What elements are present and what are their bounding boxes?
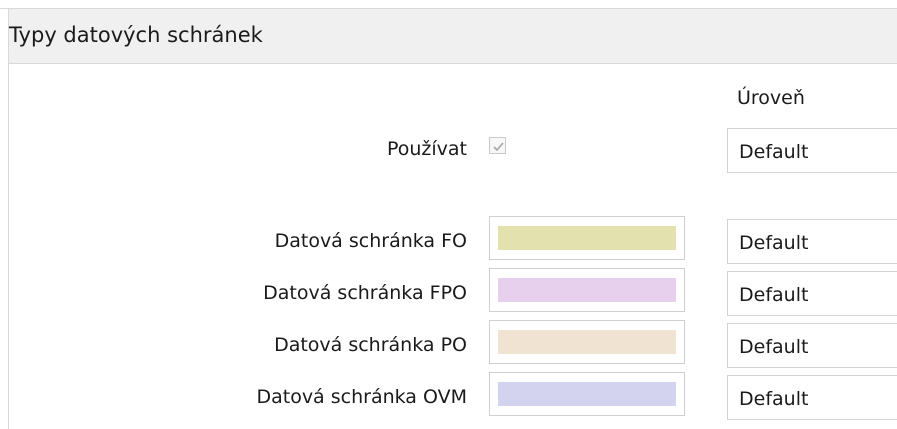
use-label: Používat [386, 138, 467, 160]
mailbox-ovm-level-select[interactable]: Default [727, 375, 897, 420]
use-checkbox[interactable] [489, 137, 506, 154]
use-level-value: Default [739, 141, 809, 163]
level-column-header: Úroveň [737, 87, 805, 109]
mailbox-fo-color-swatch [498, 226, 676, 250]
mailbox-fpo-level-select[interactable]: Default [727, 271, 897, 316]
mailbox-types-panel: Typy datových schránek Úroveň Používat D… [0, 0, 897, 429]
panel-header: Typy datových schránek [9, 9, 897, 64]
mailbox-fo-color-picker[interactable] [489, 216, 685, 260]
mailbox-ovm-color-picker[interactable] [489, 372, 685, 416]
mailbox-po-color-picker[interactable] [489, 320, 685, 364]
mailbox-ovm-color-swatch [498, 382, 676, 406]
mailbox-fpo-label: Datová schránka FPO [263, 282, 467, 304]
mailbox-po-level-value: Default [739, 336, 809, 358]
mailbox-fpo-color-picker[interactable] [489, 268, 685, 312]
mailbox-fo-label: Datová schránka FO [274, 230, 467, 252]
mailbox-fpo-level-value: Default [739, 284, 809, 306]
panel-title: Typy datových schránek [9, 23, 263, 47]
use-level-select[interactable]: Default [727, 128, 897, 173]
checkmark-icon [493, 142, 504, 152]
mailbox-po-level-select[interactable]: Default [727, 323, 897, 368]
mailbox-po-label: Datová schránka PO [274, 334, 467, 356]
mailbox-ovm-level-value: Default [739, 388, 809, 410]
mailbox-fpo-color-swatch [498, 278, 676, 302]
mailbox-po-color-swatch [498, 330, 676, 354]
mailbox-ovm-label: Datová schránka OVM [256, 386, 467, 408]
mailbox-fo-level-value: Default [739, 232, 809, 254]
mailbox-fo-level-select[interactable]: Default [727, 219, 897, 264]
panel-left-border [8, 8, 9, 429]
